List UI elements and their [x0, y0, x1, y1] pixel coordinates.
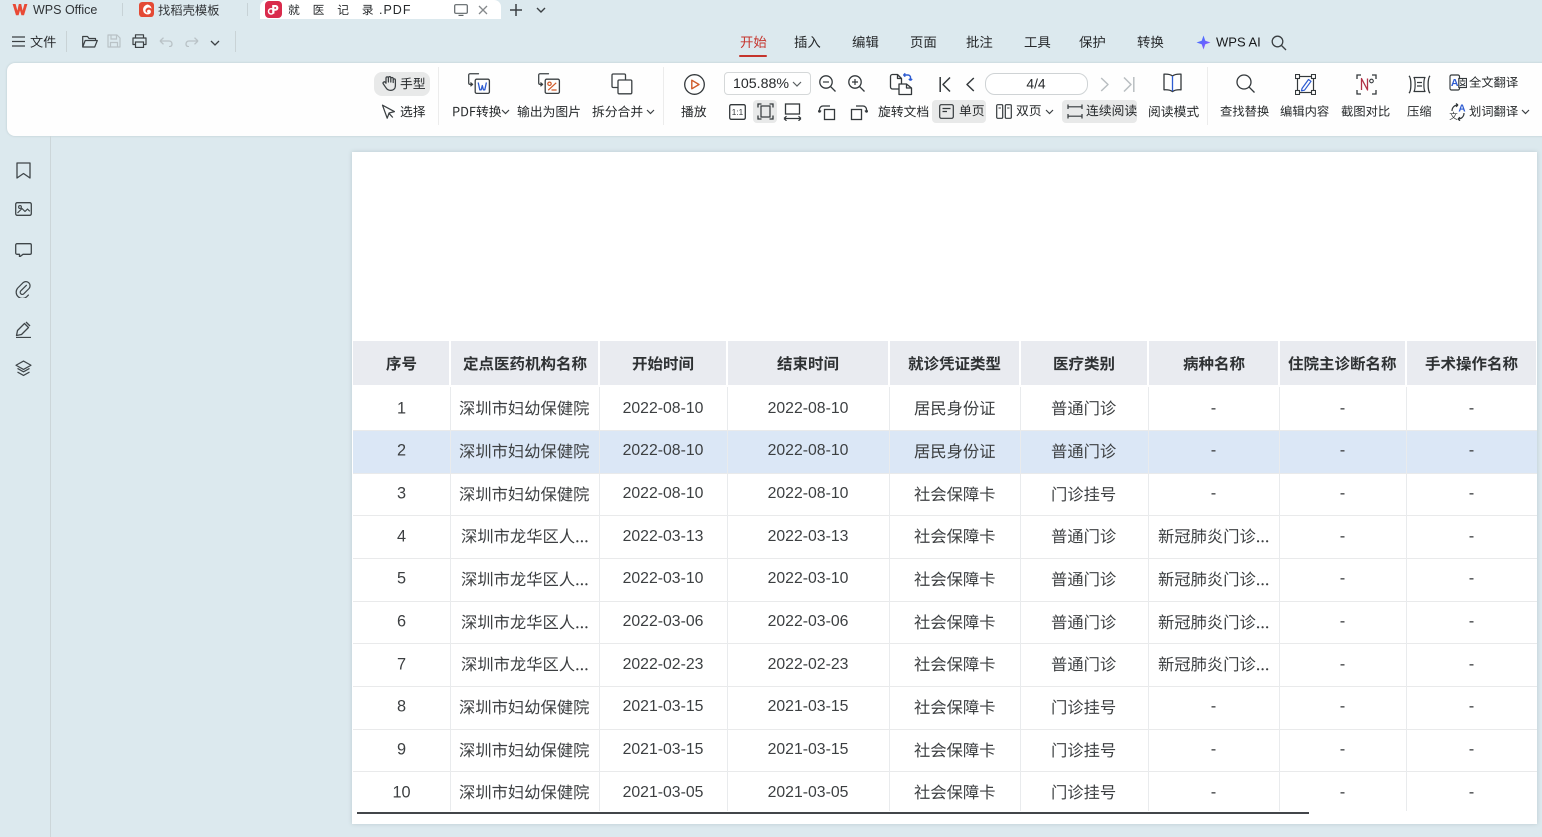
svg-text:A: A: [1451, 77, 1459, 89]
svg-text:A: A: [1458, 104, 1465, 115]
svg-text:1:1: 1:1: [732, 108, 744, 117]
svg-text:文: 文: [1449, 111, 1458, 121]
